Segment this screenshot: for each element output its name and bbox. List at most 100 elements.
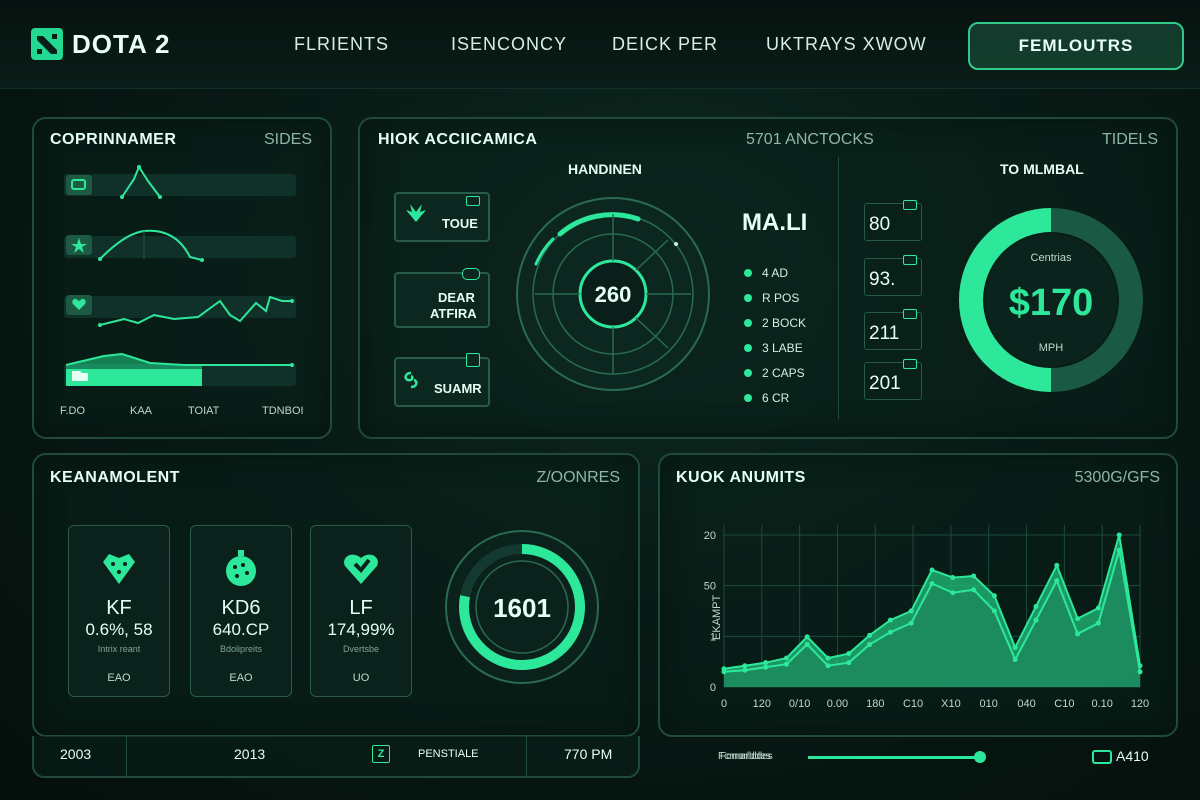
hero-card-label: ATFIRA: [430, 306, 477, 321]
x-tick-label: 0/10: [789, 698, 810, 710]
gauge-chart[interactable]: 1601: [440, 525, 604, 689]
data-point: [763, 664, 769, 670]
panel-title: HIOK ACCIICAMICA: [378, 131, 538, 148]
timeline-slider[interactable]: [808, 756, 978, 759]
femloutrs-button[interactable]: FEMLOUTRS: [968, 22, 1184, 70]
hero-stat: 0.6%, 58: [85, 620, 153, 639]
leaf-icon: [406, 204, 426, 222]
small-stat-box[interactable]: 211: [864, 309, 922, 350]
toggle-icon[interactable]: [1092, 750, 1112, 764]
gauge-value: 1601: [493, 593, 551, 623]
small-stat-box[interactable]: 80: [864, 200, 922, 241]
data-point: [1095, 605, 1101, 611]
data-point: [1033, 603, 1039, 609]
data-point: [1054, 562, 1060, 568]
hero-sub: Bdolipreits: [219, 644, 263, 654]
timeline-slider-handle[interactable]: [974, 751, 986, 763]
data-point: [991, 608, 997, 614]
data-point: [867, 632, 873, 638]
tag-icon: [466, 196, 480, 206]
footer-label: KAA: [130, 405, 153, 417]
panel-keanamolent: KEANAMOLENT Z/OONRES KF 0.6%, 58 Intrix …: [32, 453, 640, 737]
small-stat-box[interactable]: 93.: [864, 255, 922, 296]
panel-meta: Z/OONRES: [536, 469, 620, 486]
y-tick-label: 1: [710, 631, 716, 643]
legend-dot-icon: [744, 293, 752, 302]
data-point: [1033, 617, 1039, 623]
sparkline-row-1[interactable]: [64, 164, 296, 199]
hero-stat-card[interactable]: LF 174,99% Dvertsbe UO: [310, 525, 412, 697]
panel-title: COPRINNAMER: [50, 131, 177, 148]
data-point: [846, 651, 852, 657]
data-point: [991, 593, 997, 599]
small-stat-box[interactable]: 201: [864, 359, 922, 400]
timeline-value: A410: [1116, 748, 1149, 764]
section-title-handinen: HANDINEN: [568, 161, 642, 177]
legend-dot-icon: [744, 343, 752, 352]
y-tick-label: 0: [710, 682, 716, 694]
donut-chart[interactable]: Centrias $170 MPH: [956, 205, 1146, 395]
data-point: [1095, 620, 1101, 626]
data-point: [867, 641, 873, 647]
data-point: [1012, 657, 1018, 663]
data-point: [929, 567, 935, 573]
data-point: [950, 590, 956, 596]
hero-card-label: TOUE: [442, 216, 478, 231]
legend-item: 3 LABE: [744, 335, 806, 360]
x-tick-label: 010: [980, 698, 998, 710]
data-point: [763, 660, 769, 666]
nav-item-uktrays-xwow[interactable]: UKTRAYS XWOW: [766, 34, 927, 55]
tag-icon: [903, 255, 917, 265]
hero-card-dear-atfira[interactable]: DEAR ATFIRA: [394, 268, 490, 328]
hero-foot: EAO: [107, 672, 131, 684]
hero-sub: Dvertsbe: [342, 644, 379, 654]
radar-center-value: 260: [595, 282, 632, 307]
sparkline-list: [64, 164, 296, 386]
legend-item: 2 CAPS: [744, 360, 806, 385]
legend-dot-icon: [744, 268, 752, 277]
data-point: [846, 660, 852, 666]
hero-code: KD6: [221, 597, 261, 619]
data-point: [971, 573, 977, 579]
data-point: [1137, 669, 1143, 675]
nav-item-isenconcy[interactable]: ISENCONCY: [451, 34, 567, 55]
femloutrs-button-label: FEMLOUTRS: [1018, 36, 1134, 55]
nav-item-deick-per[interactable]: DEICK PER: [612, 34, 718, 55]
legend-item: R POS: [744, 285, 806, 310]
hero-foot: EAO: [229, 672, 253, 684]
sparkline-row-4[interactable]: [64, 352, 296, 386]
hero-stat-card[interactable]: KF 0.6%, 58 Intrix reant EAO: [68, 525, 170, 697]
panel-coprinnamer: COPRINNAMER SIDES F.DO KAA TOIAT TDNBOI: [32, 117, 332, 439]
data-point: [825, 663, 831, 669]
logo[interactable]: DOTA 2: [30, 24, 170, 64]
chat-icon: [462, 268, 480, 280]
data-point: [783, 655, 789, 661]
x-tick-label: 0: [721, 698, 727, 710]
footer-z-icon[interactable]: Z: [372, 745, 390, 763]
hero-stat-card[interactable]: KD6 640.CP Bdolipreits EAO: [190, 525, 292, 697]
hero-stat: 640.CP: [212, 620, 270, 639]
y-tick-label: 20: [704, 530, 716, 542]
footer-time: 770 PM: [564, 746, 613, 762]
sparkline-row-2[interactable]: [64, 229, 296, 262]
hero-card-suamr[interactable]: SUAMR: [394, 353, 490, 407]
data-point: [887, 617, 893, 623]
radar-chart[interactable]: 260: [508, 194, 718, 394]
data-point: [1116, 547, 1122, 553]
footer-label: F.DO: [60, 405, 86, 417]
legend-dot-icon: [744, 393, 752, 402]
sparkline-row-3[interactable]: [64, 295, 296, 327]
legend-item: 2 BOCK: [744, 310, 806, 335]
area-chart[interactable]: EKAMPT 0150200 120 0/10 0.00 180 C10 X10 010 040…: [660, 455, 1176, 735]
data-point: [721, 669, 727, 675]
y-tick-label: 50: [704, 581, 716, 593]
donut-label-top: Centrias: [1031, 252, 1072, 264]
hero-stat: 174,99%: [327, 620, 395, 639]
hero-code: KF: [106, 597, 132, 619]
nav-item-flrients[interactable]: FLRIENTS: [294, 34, 389, 55]
data-point: [950, 575, 956, 581]
x-tick-label: 0.00: [827, 698, 848, 710]
data-point: [1012, 644, 1018, 650]
hero-card-toue[interactable]: TOUE: [394, 192, 490, 242]
data-point: [1075, 616, 1081, 622]
